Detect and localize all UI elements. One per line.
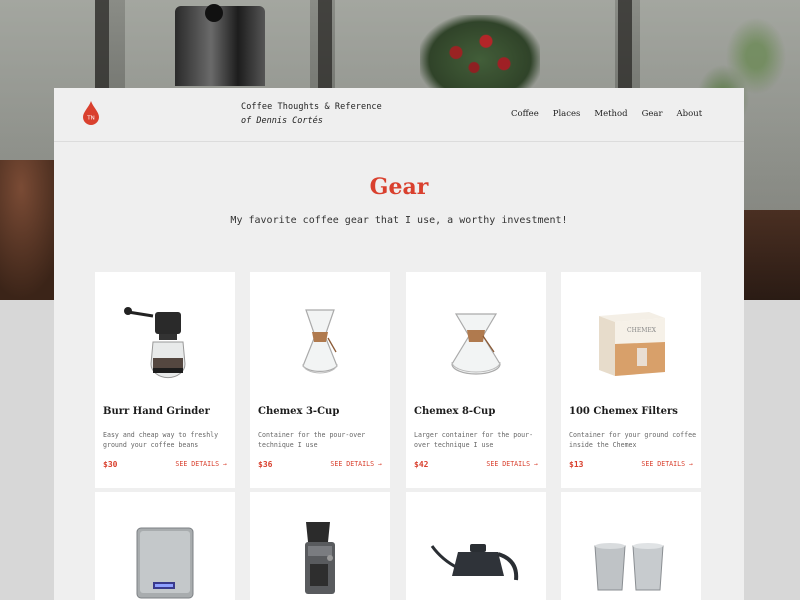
product-price: $42 — [414, 460, 429, 469]
see-details-link[interactable]: SEE DETAILS → — [641, 460, 693, 468]
gooseneck-kettle-icon — [406, 492, 546, 600]
nav-places[interactable]: Places — [553, 109, 581, 119]
product-description: Container for the pour-over technique I … — [258, 431, 366, 449]
product-card[interactable] — [561, 492, 701, 600]
product-description: Easy and cheap way to freshly ground you… — [103, 431, 219, 449]
main-nav: Coffee Places Method Gear About — [511, 109, 702, 119]
nav-method[interactable]: Method — [594, 109, 627, 119]
logo-letters: TN — [86, 116, 94, 122]
chemex-large-icon — [406, 272, 546, 392]
steel-cups-icon — [561, 492, 701, 600]
product-description: Larger container for the pour-over techn… — [414, 431, 534, 449]
nav-gear[interactable]: Gear — [642, 109, 663, 119]
electric-grinder-icon — [250, 492, 390, 600]
filter-box-icon: CHEMEX — [561, 272, 701, 392]
product-price: $30 — [103, 460, 118, 469]
site-header: TN Coffee Thoughts & Reference of Dennis… — [54, 88, 744, 142]
product-price: $36 — [258, 460, 273, 469]
product-description: Container for your ground coffee inside … — [569, 431, 697, 449]
product-name: Burr Hand Grinder — [103, 406, 210, 417]
hand-grinder-icon — [95, 272, 235, 392]
see-details-link[interactable]: SEE DETAILS → — [175, 460, 227, 468]
product-card[interactable]: CHEMEX 100 Chemex Filters Container for … — [561, 272, 701, 488]
product-card[interactable] — [250, 492, 390, 600]
product-card[interactable]: Burr Hand Grinder Easy and cheap way to … — [95, 272, 235, 488]
nav-coffee[interactable]: Coffee — [511, 109, 539, 119]
content-panel: TN Coffee Thoughts & Reference of Dennis… — [54, 88, 744, 600]
product-card[interactable] — [406, 492, 546, 600]
kitchen-scale-icon — [95, 492, 235, 600]
product-card[interactable] — [95, 492, 235, 600]
page-title: Gear — [369, 174, 429, 200]
product-price: $13 — [569, 460, 584, 469]
logo-drop-icon[interactable]: TN — [83, 101, 99, 125]
page-subtitle: My favorite coffee gear that I use, a wo… — [230, 215, 568, 226]
site-brand: Coffee Thoughts & Reference of Dennis Co… — [241, 102, 382, 126]
product-name: Chemex 3-Cup — [258, 406, 340, 417]
site-subtitle: of Dennis Cortés — [241, 116, 323, 126]
product-card[interactable]: Chemex 8-Cup Larger container for the po… — [406, 272, 546, 488]
nav-about[interactable]: About — [677, 109, 703, 119]
product-name: 100 Chemex Filters — [569, 406, 678, 417]
svg-text:CHEMEX: CHEMEX — [627, 327, 657, 334]
product-name: Chemex 8-Cup — [414, 406, 496, 417]
see-details-link[interactable]: SEE DETAILS → — [486, 460, 538, 468]
site-title[interactable]: Coffee Thoughts & Reference — [241, 102, 382, 112]
see-details-link[interactable]: SEE DETAILS → — [330, 460, 382, 468]
chemex-small-icon — [250, 272, 390, 392]
product-card[interactable]: Chemex 3-Cup Container for the pour-over… — [250, 272, 390, 488]
